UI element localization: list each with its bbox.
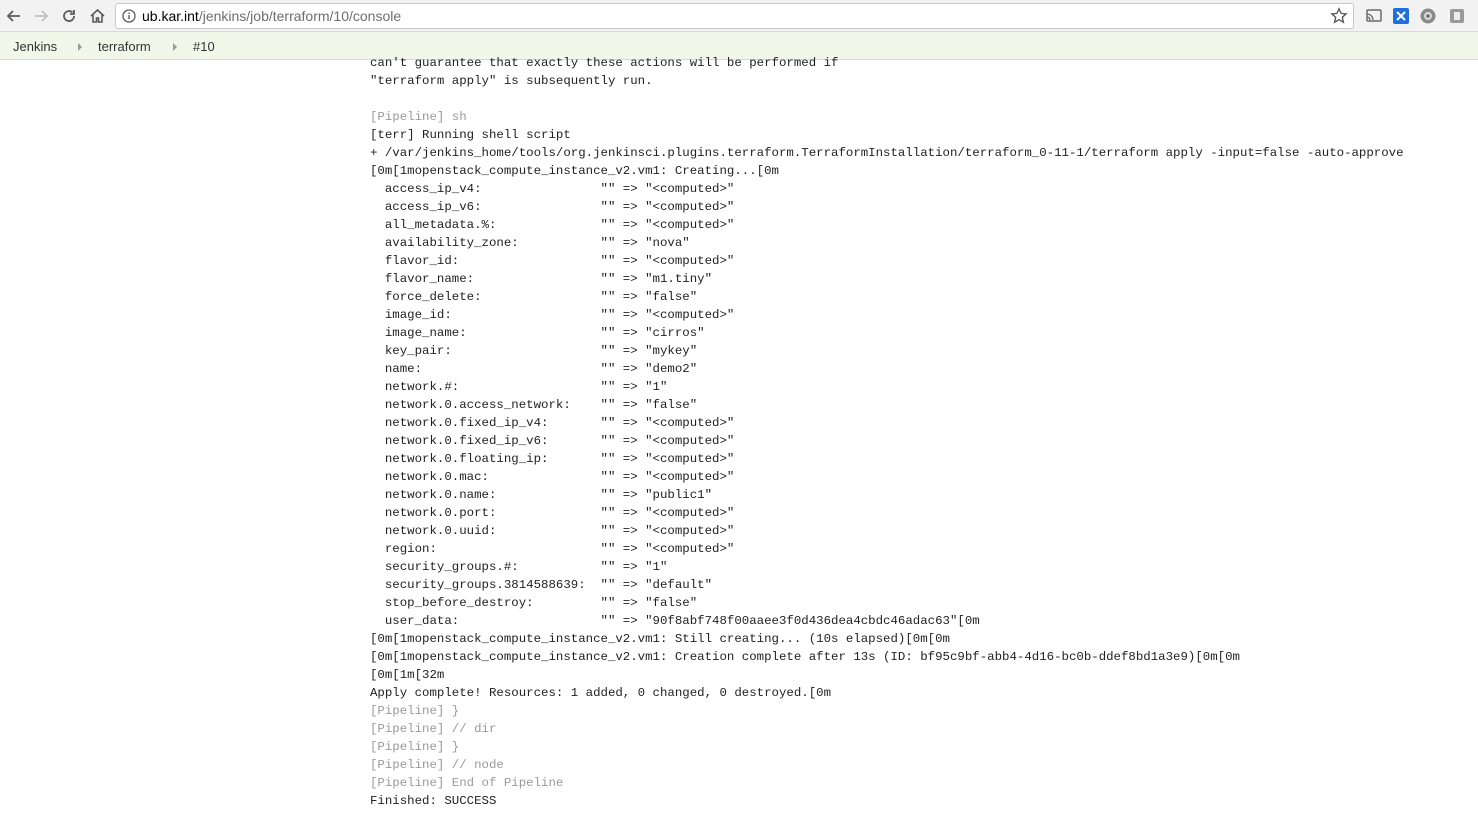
extension-square-icon[interactable]: [1447, 6, 1467, 26]
forward-button[interactable]: [29, 4, 53, 28]
console-log-line: network.0.uuid: "" => "<computed>": [370, 524, 735, 538]
console-log-line: Finished: SUCCESS: [370, 794, 497, 808]
console-log-line: [370, 90, 1404, 108]
console-log-line: [terr] Running shell script: [370, 128, 571, 142]
console-log-line: [0m[1mopenstack_compute_instance_v2.vm1:…: [370, 164, 779, 178]
console-log-line: [0m[1mopenstack_compute_instance_v2.vm1:…: [370, 632, 950, 646]
url-path: /jenkins/job/terraform/10/console: [198, 8, 402, 24]
console-log-line: network.#: "" => "1": [370, 380, 668, 394]
bookmark-star-icon[interactable]: [1330, 7, 1348, 25]
console-log-line: flavor_name: "" => "m1.tiny": [370, 272, 713, 286]
pipeline-log-line: [Pipeline] // node: [370, 758, 504, 772]
console-log-line: force_delete: "" => "false": [370, 290, 698, 304]
console-log-line: key_pair: "" => "mykey": [370, 344, 698, 358]
url-text[interactable]: ub.kar.int/jenkins/job/terraform/10/cons…: [142, 8, 401, 24]
reload-icon: [63, 10, 75, 22]
pipeline-log-line: [Pipeline] }: [370, 740, 460, 754]
browser-toolbar: ub.kar.int/jenkins/job/terraform/10/cons…: [0, 0, 1478, 32]
console-log-line: [0m[1m[32m: [370, 668, 445, 682]
console-log-line: can't guarantee that exactly these actio…: [370, 56, 839, 70]
home-icon: [89, 8, 105, 23]
info-icon[interactable]: [122, 9, 136, 23]
address-bar[interactable]: ub.kar.int/jenkins/job/terraform/10/cons…: [115, 3, 1354, 29]
console-log-line: network.0.access_network: "" => "false": [370, 398, 698, 412]
console-log-line: name: "" => "demo2": [370, 362, 698, 376]
extension-globe-icon[interactable]: [1418, 6, 1438, 26]
console-log-line: access_ip_v6: "" => "<computed>": [370, 200, 735, 214]
console-log-line: access_ip_v4: "" => "<computed>": [370, 182, 735, 196]
pipeline-log-line: [Pipeline] }: [370, 704, 460, 718]
console-log-line: network.0.fixed_ip_v4: "" => "<computed>…: [370, 416, 735, 430]
console-log-line: all_metadata.%: "" => "<computed>": [370, 218, 735, 232]
back-arrow-icon: [6, 10, 20, 22]
pipeline-log-line: [Pipeline] // dir: [370, 722, 497, 736]
console-log-line: Apply complete! Resources: 1 added, 0 ch…: [370, 686, 832, 700]
home-button[interactable]: [85, 4, 109, 28]
console-log-line: user_data: "" => "90f8abf748f00aaee3f0d4…: [370, 614, 980, 628]
console-log-line: network.0.fixed_ip_v6: "" => "<computed>…: [370, 434, 735, 448]
console-log-line: stop_before_destroy: "" => "false": [370, 596, 698, 610]
console-log-line: region: "" => "<computed>": [370, 542, 735, 556]
pipeline-log-line: [Pipeline] sh: [370, 110, 467, 124]
breadcrumb-build-10[interactable]: #10: [193, 39, 215, 54]
console-log-line: image_id: "" => "<computed>": [370, 308, 735, 322]
cast-icon[interactable]: [1364, 6, 1384, 26]
console-log-line: flavor_id: "" => "<computed>": [370, 254, 735, 268]
console-log-line: image_name: "" => "cirros": [370, 326, 705, 340]
pipeline-log-line: [Pipeline] End of Pipeline: [370, 776, 564, 790]
console-log-line: network.0.floating_ip: "" => "<computed>…: [370, 452, 735, 466]
console-log-line: security_groups.#: "" => "1": [370, 560, 668, 574]
extension-x-icon[interactable]: [1391, 6, 1411, 26]
reload-button[interactable]: [57, 4, 81, 28]
back-button[interactable]: [2, 4, 26, 28]
console-log-line: network.0.name: "" => "public1": [370, 488, 713, 502]
console-output: can't guarantee that exactly these actio…: [370, 54, 1404, 810]
console-log-line: security_groups.3814588639: "" => "defau…: [370, 578, 713, 592]
breadcrumb-terraform[interactable]: terraform: [98, 39, 151, 54]
console-log-line: + /var/jenkins_home/tools/org.jenkinsci.…: [370, 146, 1404, 160]
console-log-line: [0m[1mopenstack_compute_instance_v2.vm1:…: [370, 650, 1240, 664]
breadcrumb-separator-icon[interactable]: [173, 43, 177, 51]
breadcrumb-separator-icon[interactable]: [78, 43, 82, 51]
console-log-line: network.0.port: "" => "<computed>": [370, 506, 735, 520]
console-log-line: network.0.mac: "" => "<computed>": [370, 470, 735, 484]
console-log-line: "terraform apply" is subsequently run.: [370, 74, 653, 88]
forward-arrow-icon: [35, 10, 49, 22]
url-host: ub.kar.int: [142, 8, 199, 24]
console-log-line: availability_zone: "" => "nova": [370, 236, 690, 250]
breadcrumb-jenkins[interactable]: Jenkins: [13, 39, 57, 54]
